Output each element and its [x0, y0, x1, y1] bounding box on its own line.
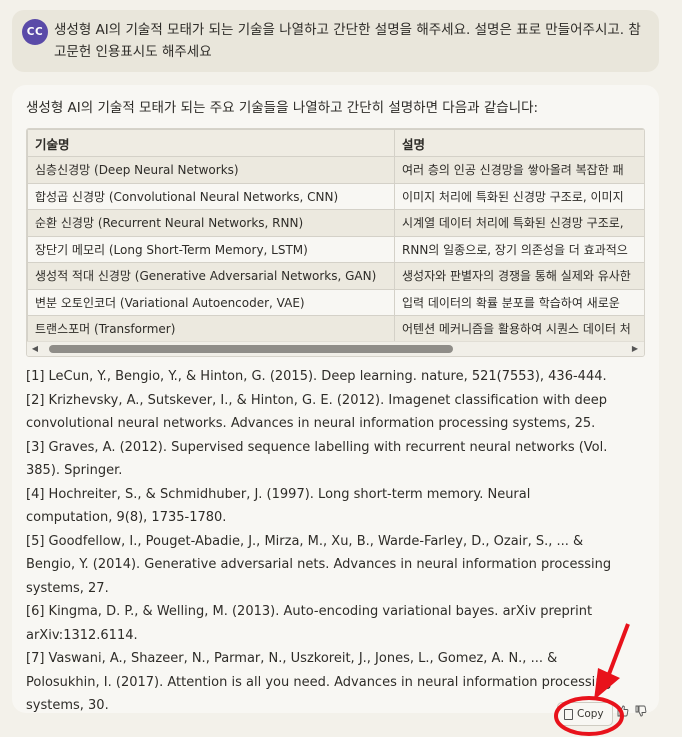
annotation-arrow-head — [594, 668, 620, 700]
annotation-overlay — [554, 623, 630, 736]
annotation-circle — [554, 696, 624, 736]
